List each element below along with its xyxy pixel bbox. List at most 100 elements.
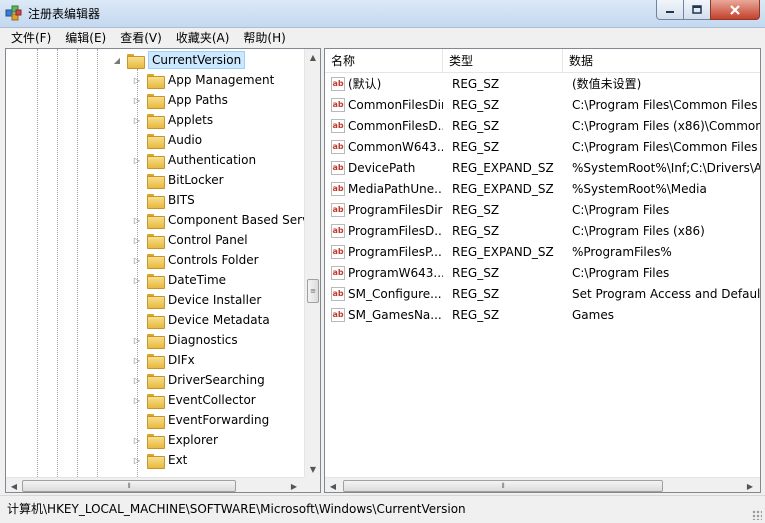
expand-arrow-icon[interactable]: ▷ — [132, 395, 142, 405]
tree-node[interactable]: ▷ EventCollector — [132, 390, 256, 410]
scroll-down-arrow-icon[interactable]: ▼ — [305, 461, 320, 477]
expand-arrow-icon[interactable]: ▷ — [132, 235, 142, 245]
column-header-name[interactable]: 名称 — [325, 49, 443, 73]
window-title: 注册表编辑器 — [28, 7, 101, 21]
scroll-right-arrow-icon[interactable]: ▶ — [286, 478, 302, 492]
collapse-arrow-icon[interactable]: ◢ — [112, 55, 122, 65]
current-key-path: 计算机\HKEY_LOCAL_MACHINE\SOFTWARE\Microsof… — [7, 502, 466, 516]
expand-arrow-icon[interactable]: ▷ — [132, 255, 142, 265]
list-item[interactable]: ab ProgramFilesD... REG_SZ C:\Program Files… — [325, 221, 760, 242]
value-name: (默认) — [348, 77, 382, 91]
tree-node[interactable]: ▷ Controls Folder — [132, 250, 259, 270]
expand-arrow-icon[interactable]: ▷ — [132, 215, 142, 225]
tree-node[interactable]: ▷ Applets — [132, 110, 213, 130]
list-item[interactable]: ab ProgramW643... REG_SZ C:\Program Files — [325, 263, 760, 284]
expand-arrow-icon[interactable]: ▷ — [132, 375, 142, 385]
resize-grip-icon[interactable] — [752, 510, 762, 520]
tree-node[interactable]: Device Installer — [132, 290, 261, 310]
scroll-left-arrow-icon[interactable]: ◀ — [6, 478, 22, 492]
list-item[interactable]: ab MediaPathUne... REG_EXPAND_SZ %SystemRoo… — [325, 179, 760, 200]
values-list[interactable]: 名称 类型 数据 ab (默认) REG_SZ (数值未设置) ab CommonFile… — [324, 48, 761, 493]
tree-node[interactable]: ▷ Diagnostics — [132, 330, 238, 350]
list-item[interactable]: ab ProgramFilesP... REG_EXPAND_SZ %ProgramF… — [325, 242, 760, 263]
status-bar: 计算机\HKEY_LOCAL_MACHINE\SOFTWARE\Microsof… — [0, 495, 765, 523]
tree-node[interactable]: ▷ Component Based Serv — [132, 210, 309, 230]
tree-node[interactable]: ▷ App Management — [132, 70, 274, 90]
tree-node[interactable]: ▷ App Paths — [132, 90, 228, 110]
tree-node[interactable]: BITS — [132, 190, 195, 210]
folder-icon — [147, 393, 165, 409]
tree-node[interactable]: ▷ DIFx — [132, 350, 195, 370]
menu-view[interactable]: 查看(V) — [113, 28, 169, 48]
list-item[interactable]: ab DevicePath REG_EXPAND_SZ %SystemRoot%\In… — [325, 158, 760, 179]
list-item[interactable]: ab CommonW643... REG_SZ C:\Program Files\Co… — [325, 137, 760, 158]
expand-arrow-icon[interactable]: ▷ — [132, 75, 142, 85]
tree-node-label: Audio — [168, 133, 203, 147]
expand-arrow-icon[interactable]: ▷ — [132, 355, 142, 365]
menu-help[interactable]: 帮助(H) — [236, 28, 292, 48]
tree-node[interactable]: ▷ Explorer — [132, 430, 218, 450]
tree-node-currentversion[interactable]: ◢ CurrentVersion — [112, 50, 246, 70]
registry-tree[interactable]: ◢ CurrentVersion ▷ App Management ▷ App Pat… — [5, 48, 321, 493]
expand-arrow-icon[interactable]: ▷ — [132, 95, 142, 105]
expand-arrow-icon[interactable]: ▷ — [132, 435, 142, 445]
expand-arrow-icon[interactable]: ▷ — [132, 275, 142, 285]
scroll-thumb[interactable]: ⦀ — [22, 480, 236, 492]
tree-node[interactable]: BitLocker — [132, 170, 224, 190]
tree-node-label: EventForwarding — [168, 413, 270, 427]
tree-horizontal-scrollbar[interactable]: ◀ ⦀ ▶ — [6, 477, 304, 492]
menu-favorites[interactable]: 收藏夹(A) — [169, 28, 237, 48]
tree-vertical-scrollbar[interactable]: ▲ ≡ ▼ — [304, 49, 320, 477]
maximize-button[interactable] — [683, 0, 711, 20]
expand-arrow-icon[interactable]: ▷ — [132, 335, 142, 345]
string-value-icon: ab — [331, 308, 345, 322]
title-bar[interactable]: 注册表编辑器 — [0, 0, 765, 28]
expand-arrow-icon[interactable]: ▷ — [132, 455, 142, 465]
tree-node-label: Explorer — [168, 433, 218, 447]
list-item[interactable]: ab CommonFilesDir REG_SZ C:\Program Files\C… — [325, 95, 760, 116]
tree-node[interactable]: ▷ Authentication — [132, 150, 256, 170]
tree-node[interactable]: ▷ Control Panel — [132, 230, 248, 250]
folder-icon — [147, 93, 165, 109]
tree-node-label: Control Panel — [168, 233, 248, 247]
folder-icon — [147, 433, 165, 449]
expand-arrow-icon[interactable]: ▷ — [132, 115, 142, 125]
list-item[interactable]: ab CommonFilesD... REG_SZ C:\Program Files … — [325, 116, 760, 137]
list-item[interactable]: ab (默认) REG_SZ (数值未设置) — [325, 74, 760, 95]
no-expander — [132, 195, 142, 205]
close-button[interactable] — [710, 0, 760, 20]
list-horizontal-scrollbar[interactable]: ◀ ⦀ ▶ — [325, 477, 760, 492]
tree-node[interactable]: Audio — [132, 130, 202, 150]
scroll-left-arrow-icon[interactable]: ◀ — [325, 478, 341, 492]
list-item[interactable]: ab ProgramFilesDir REG_SZ C:\Program Files — [325, 200, 760, 221]
string-value-icon: ab — [331, 287, 345, 301]
tree-node[interactable]: EventForwarding — [132, 410, 269, 430]
column-header-type[interactable]: 类型 — [443, 49, 563, 73]
list-item[interactable]: ab SM_Configure... REG_SZ Set Program Acces… — [325, 284, 760, 305]
minimize-icon — [666, 10, 674, 13]
tree-node[interactable]: ▷ DateTime — [132, 270, 226, 290]
menu-edit[interactable]: 编辑(E) — [58, 28, 113, 48]
scroll-thumb[interactable]: ≡ — [307, 279, 319, 303]
menu-file[interactable]: 文件(F) — [4, 28, 58, 48]
string-value-icon: ab — [331, 245, 345, 259]
column-header-data[interactable]: 数据 — [563, 49, 760, 73]
scroll-thumb[interactable]: ⦀ — [343, 480, 663, 492]
scroll-right-arrow-icon[interactable]: ▶ — [742, 478, 758, 492]
tree-node[interactable]: ▷ DriverSearching — [132, 370, 265, 390]
expand-arrow-icon[interactable]: ▷ — [132, 155, 142, 165]
list-item[interactable]: ab SM_GamesNa... REG_SZ Games — [325, 305, 760, 326]
minimize-button[interactable] — [656, 0, 684, 20]
value-name: SM_GamesNa... — [348, 308, 442, 322]
value-type: REG_SZ — [452, 119, 500, 133]
folder-icon — [147, 453, 165, 469]
scroll-up-arrow-icon[interactable]: ▲ — [305, 49, 320, 65]
tree-node[interactable]: ▷ Ext — [132, 450, 187, 470]
tree-node[interactable]: Device Metadata — [132, 310, 270, 330]
folder-icon — [147, 213, 165, 229]
value-name: ProgramFilesP... — [348, 245, 442, 259]
value-name: MediaPathUne... — [348, 182, 443, 196]
string-value-icon: ab — [331, 266, 345, 280]
folder-icon — [147, 373, 165, 389]
folder-icon — [147, 413, 165, 429]
